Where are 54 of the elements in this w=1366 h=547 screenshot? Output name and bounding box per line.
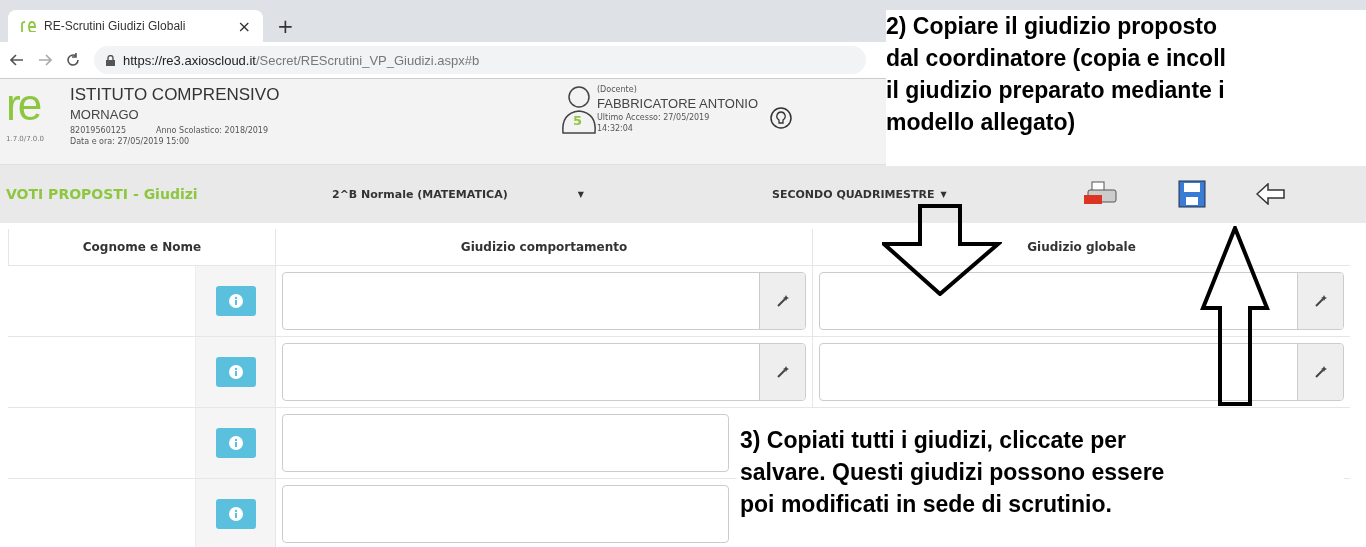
info-button[interactable] (215, 286, 256, 316)
info-icon (228, 507, 243, 521)
logo: re (6, 85, 41, 125)
school-year: Anno Scolastico: 2018/2019 (156, 126, 269, 135)
judgment-field[interactable] (282, 414, 729, 472)
logo-icon (20, 20, 36, 32)
school-town: MORNAGO (70, 107, 140, 122)
judgment-field[interactable] (282, 272, 806, 330)
user-icon (560, 85, 598, 137)
back-icon[interactable] (10, 54, 24, 66)
info-button[interactable] (215, 428, 256, 458)
back-arrow-icon[interactable] (1256, 183, 1286, 205)
wand-button[interactable] (759, 273, 805, 329)
address-field[interactable]: https://re3.axioscloud.it/Secret/REScrutini_VP_Giudizi.aspx#b (94, 46, 866, 74)
magic-wand-icon (1313, 294, 1328, 308)
user-name: FABBRICATORE ANTONIO (597, 96, 759, 111)
judgment-field[interactable] (282, 343, 806, 401)
column-header: Cognome e Nome (8, 229, 275, 265)
magic-wand-icon (1313, 365, 1328, 379)
last-access: Ultimo Accesso: 27/05/2019 (597, 113, 711, 122)
class-select[interactable]: 2^B Normale (MATEMATICA) ▼ (332, 187, 772, 201)
wand-button[interactable] (1297, 273, 1343, 329)
magic-wand-icon (775, 294, 790, 308)
save-icon[interactable] (1178, 180, 1206, 208)
last-access-time: 14:32:04 (597, 124, 634, 133)
reload-icon[interactable] (66, 53, 80, 67)
user-count-label: 5 (573, 113, 584, 130)
close-button[interactable]: × (237, 16, 251, 36)
lightbulb-icon[interactable] (770, 107, 793, 129)
judgment-field[interactable] (282, 485, 729, 543)
period-select[interactable]: SECONDO QUADRIMESTRE ▼ (772, 187, 1082, 201)
info-icon (228, 365, 243, 379)
new-tab-button[interactable]: + (277, 14, 294, 38)
tab-title: RE-Scrutini Giudizi Globali (44, 19, 187, 33)
info-icon (228, 436, 243, 450)
browser-tab[interactable]: RE-Scrutini Giudizi Globali × (8, 10, 263, 42)
info-icon (228, 294, 243, 308)
wand-button[interactable] (1297, 344, 1343, 400)
info-button[interactable] (215, 499, 256, 529)
school-name: ISTITUTO COMPRENSIVO (70, 85, 281, 105)
user-role: (Docente) (597, 85, 638, 94)
column-header: Giudizio globale (812, 229, 1350, 265)
judgment-field[interactable] (819, 343, 1344, 401)
wand-button[interactable] (759, 344, 805, 400)
judgment-field[interactable] (819, 272, 1344, 330)
column-header: Giudizio comportamento (275, 229, 812, 265)
page-title: VOTI PROPOSTI - Giudizi (6, 186, 199, 202)
lock-icon (106, 54, 115, 66)
school-code: 82019560125 (70, 126, 126, 135)
forward-icon[interactable] (38, 54, 52, 66)
info-button[interactable] (215, 357, 256, 387)
magic-wand-icon (775, 365, 790, 379)
instruction-note: 2) Copiare il giudizio proposto dal coordinatore (copia e incoll il giudizio preparato mediante i modello allegato) (886, 10, 1366, 166)
date-time: Data e ora: 27/05/2019 15:00 (70, 137, 191, 146)
